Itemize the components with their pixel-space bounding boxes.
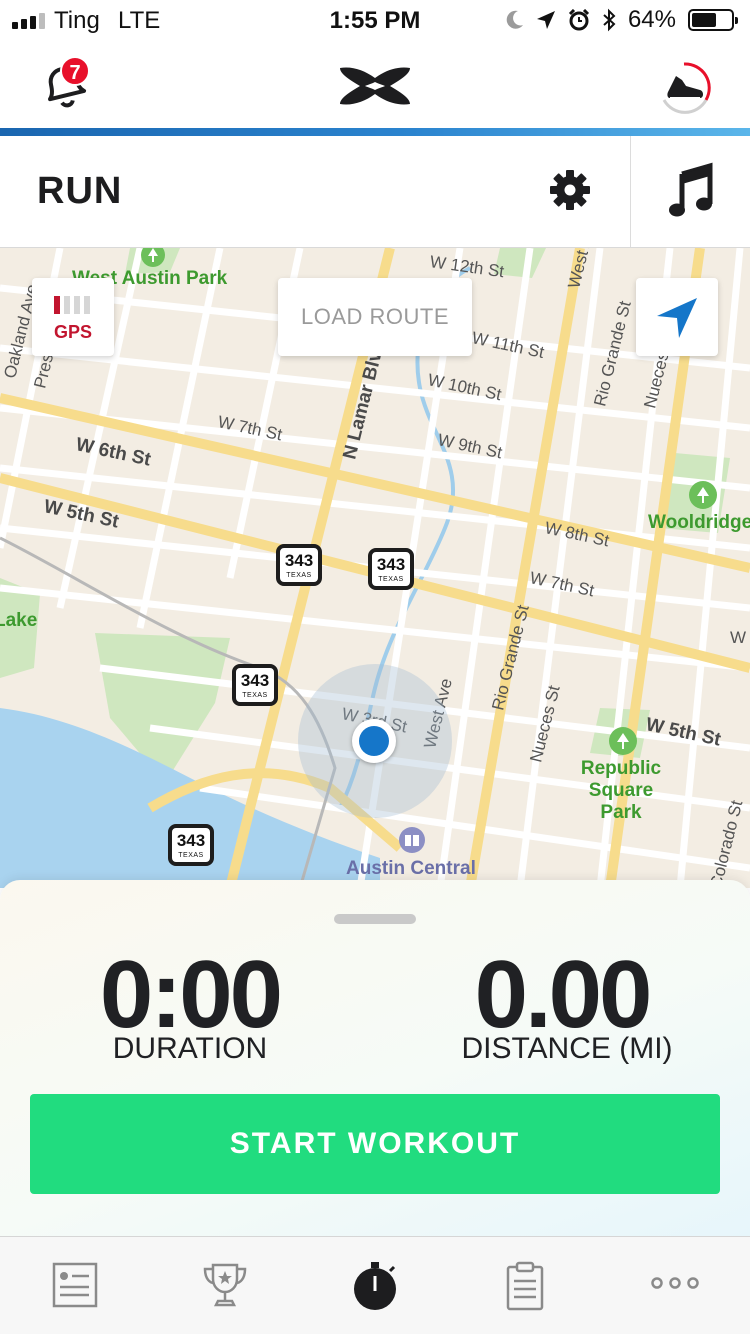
page-title: RUN bbox=[37, 170, 123, 212]
map-view[interactable]: W 12th St W 11th St W 10th St W 9th St W… bbox=[0, 248, 750, 888]
park-label: Republic Square Park bbox=[580, 758, 662, 823]
highway-shield: 343 TEXAS bbox=[368, 548, 414, 590]
gps-label: GPS bbox=[53, 322, 92, 342]
highway-shield: 343 TEXAS bbox=[276, 544, 322, 586]
more-icon[interactable] bbox=[648, 1259, 702, 1313]
music-note-icon[interactable] bbox=[668, 162, 714, 218]
battery-icon bbox=[688, 9, 738, 31]
gps-signal-icon bbox=[54, 296, 90, 314]
gps-signal-button[interactable]: GPS bbox=[32, 278, 114, 356]
tab-bar bbox=[0, 1236, 750, 1334]
highway-shield: 343 TEXAS bbox=[168, 824, 214, 866]
street-label: Lake bbox=[0, 610, 38, 631]
under-armour-logo bbox=[340, 67, 410, 105]
toolbar-divider bbox=[630, 136, 631, 247]
notification-badge: 7 bbox=[60, 56, 90, 86]
moon-icon bbox=[506, 10, 523, 29]
park-icon bbox=[141, 248, 165, 267]
battery-percent: 64% bbox=[627, 6, 676, 33]
gear-icon[interactable] bbox=[548, 168, 592, 212]
clipboard-icon[interactable] bbox=[498, 1259, 552, 1313]
bluetooth-icon bbox=[603, 8, 616, 32]
park-icon bbox=[609, 727, 637, 755]
status-bar: Ting LTE 1:55 PM 64% bbox=[0, 0, 750, 40]
stopwatch-icon[interactable] bbox=[348, 1259, 402, 1313]
park-icon bbox=[689, 481, 717, 509]
workout-panel: 0:00 DURATION 0.00 DISTANCE (MI) START W… bbox=[0, 880, 750, 1236]
shoe-connect-icon[interactable] bbox=[656, 60, 712, 116]
user-location-dot bbox=[352, 719, 396, 763]
drag-handle[interactable] bbox=[334, 914, 416, 924]
duration-label: DURATION bbox=[112, 1032, 268, 1065]
poi-label: Austin Central bbox=[346, 858, 476, 879]
header-accent-line bbox=[0, 128, 750, 136]
street-label: W bbox=[730, 628, 747, 647]
start-workout-button[interactable]: START WORKOUT bbox=[30, 1094, 720, 1194]
recenter-location-button[interactable] bbox=[636, 278, 718, 356]
distance-label: DISTANCE (MI) bbox=[461, 1032, 673, 1065]
park-label: Wooldridge Square Park bbox=[648, 512, 750, 533]
library-icon bbox=[399, 827, 425, 853]
highway-shield: 343 TEXAS bbox=[232, 664, 278, 706]
load-route-button[interactable]: LOAD ROUTE bbox=[278, 278, 472, 356]
feed-icon[interactable] bbox=[48, 1259, 102, 1313]
navigation-arrow-icon bbox=[657, 298, 697, 338]
location-arrow-icon bbox=[536, 11, 555, 29]
trophy-icon[interactable] bbox=[198, 1259, 252, 1313]
app-header: 7 bbox=[0, 40, 750, 128]
run-toolbar: RUN bbox=[0, 136, 750, 248]
alarm-icon bbox=[568, 9, 590, 31]
